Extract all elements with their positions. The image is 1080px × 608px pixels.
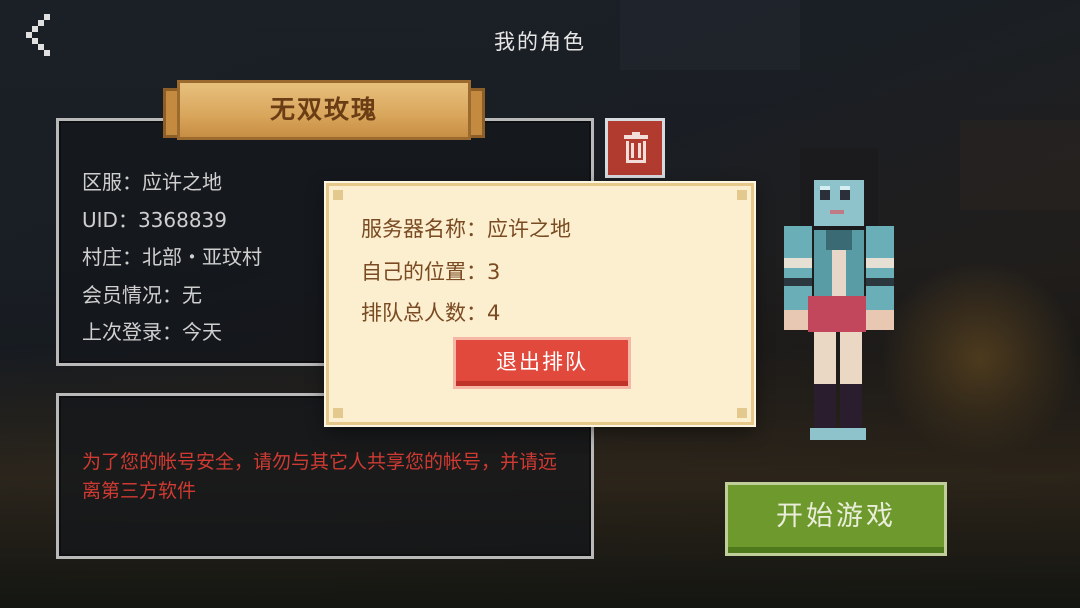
character-name: 无双玫瑰 <box>269 95 378 124</box>
delete-character-button[interactable] <box>605 118 665 178</box>
info-row-uid: UID：3368839 <box>82 202 262 240</box>
info-row-server: 区服：应许之地 <box>82 164 262 202</box>
page-title: 我的角色 <box>494 30 586 54</box>
dialog-corner <box>333 190 343 200</box>
queue-server-label: 服务器名称： <box>361 217 487 241</box>
info-row-village: 村庄：北部・亚玟村 <box>82 239 262 277</box>
queue-total-row: 排队总人数：4 <box>361 297 500 327</box>
info-value: 3368839 <box>137 207 228 232</box>
queue-position-value: 3 <box>487 260 501 284</box>
info-row-membership: 会员情况：无 <box>82 277 262 315</box>
info-label: UID： <box>82 207 138 232</box>
character-info-list: 区服：应许之地 UID：3368839 村庄：北部・亚玟村 会员情况：无 上次登… <box>82 164 262 352</box>
info-value: 北部・亚玟村 <box>142 245 262 269</box>
queue-dialog: 服务器名称：应许之地 自己的位置：3 排队总人数：4 退出排队 <box>326 183 754 425</box>
info-label: 村庄： <box>82 245 142 269</box>
info-label: 区服： <box>82 170 142 194</box>
queue-position-label: 自己的位置： <box>361 260 487 284</box>
queue-total-value: 4 <box>487 301 501 325</box>
exit-queue-button[interactable]: 退出排队 <box>453 337 631 389</box>
queue-server-row: 服务器名称：应许之地 <box>361 213 571 243</box>
info-value: 应许之地 <box>142 170 222 194</box>
info-label: 上次登录： <box>82 320 182 344</box>
dialog-corner <box>737 408 747 418</box>
character-avatar <box>778 146 898 442</box>
character-skin-image <box>784 148 894 440</box>
info-value: 无 <box>182 282 202 307</box>
dialog-corner <box>333 408 343 418</box>
security-warning-text: 为了您的帐号安全，请勿与其它人共享您的帐号，并请远离第三方软件 <box>82 451 558 502</box>
queue-total-label: 排队总人数： <box>361 301 487 325</box>
dialog-corner <box>737 190 747 200</box>
trash-icon <box>624 132 648 163</box>
info-row-last-login: 上次登录：今天 <box>82 314 262 352</box>
queue-server-value: 应许之地 <box>487 217 571 241</box>
info-value: 今天 <box>182 320 222 344</box>
character-name-banner: 无双玫瑰 <box>163 80 485 148</box>
info-label: 会员情况： <box>82 282 182 307</box>
start-game-button[interactable]: 开始游戏 <box>725 482 947 556</box>
queue-position-row: 自己的位置：3 <box>361 256 500 286</box>
background-block <box>960 120 1080 210</box>
